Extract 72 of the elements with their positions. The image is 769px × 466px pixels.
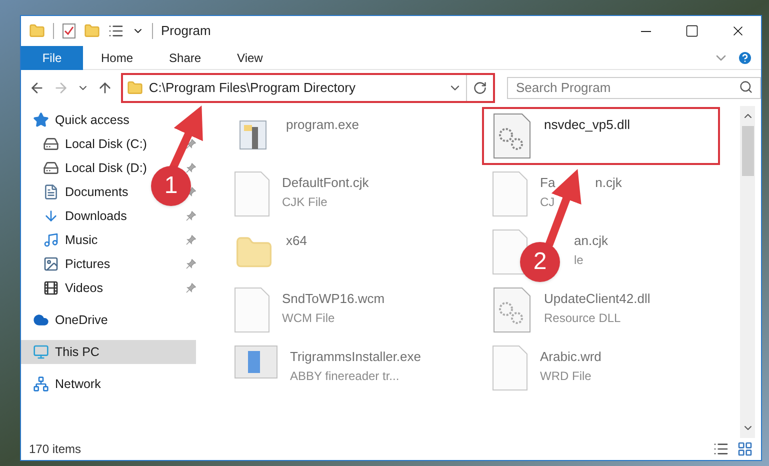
document-icon: [234, 171, 270, 217]
document-icon: [234, 287, 270, 333]
minimize-icon: [641, 30, 651, 32]
file-name[interactable]: nsvdec_vp5.dll: [544, 115, 630, 134]
help-icon[interactable]: [737, 50, 753, 66]
scrollbar[interactable]: [740, 106, 755, 438]
folder-icon: [29, 23, 45, 39]
document-icon: [43, 184, 59, 200]
ribbon-tab[interactable]: Share: [151, 46, 220, 70]
file-name[interactable]: DefaultFont.cjk: [282, 173, 369, 192]
large-icons-view-icon[interactable]: [737, 441, 753, 457]
document-icon: [492, 229, 528, 275]
file-name[interactable]: Fa: [540, 173, 556, 192]
file-type: CJ: [540, 194, 556, 210]
sidebar-item[interactable]: OneDrive: [21, 308, 112, 332]
file-name[interactable]: TrigrammsInstaller.exe: [290, 347, 421, 366]
folder-icon: [126, 80, 143, 96]
window-title: Program: [161, 22, 212, 40]
scrollbar-thumb[interactable]: [742, 126, 754, 176]
settings-file-icon: [492, 113, 532, 159]
address-field[interactable]: C:\Program Files\Program Directory: [122, 75, 468, 101]
document-icon: [492, 171, 528, 217]
document-icon: [492, 345, 528, 391]
layout-icon[interactable]: [108, 23, 124, 39]
properties-icon[interactable]: [62, 23, 76, 39]
file-name[interactable]: SndToWP16.wcm: [282, 289, 385, 308]
ribbon-tab[interactable]: File: [21, 46, 83, 70]
file-name[interactable]: Arabic.wrd: [540, 347, 602, 366]
monitor-icon: [33, 344, 49, 360]
file-name[interactable]: UpdateClient42.dll: [544, 289, 650, 308]
file-type: WRD File: [540, 368, 592, 384]
cloud-icon: [33, 312, 49, 328]
refresh-icon[interactable]: [473, 81, 488, 95]
callout-arrow: [169, 105, 203, 170]
film-icon: [43, 280, 59, 296]
sidebar-item[interactable]: Music: [21, 228, 102, 252]
sidebar-item[interactable]: Network: [21, 372, 105, 396]
drive-icon: [43, 136, 59, 152]
sidebar-item[interactable]: Documents: [21, 180, 132, 204]
back-icon[interactable]: [29, 80, 45, 96]
star-icon: [33, 112, 49, 128]
file-type: CJK File: [282, 194, 328, 210]
installer-icon: [234, 345, 278, 379]
search-icon: [739, 80, 754, 94]
file-name[interactable]: an.cjk: [574, 231, 608, 250]
sidebar-item[interactable]: Videos: [21, 276, 107, 300]
up-icon[interactable]: [96, 80, 113, 96]
sidebar-item[interactable]: Quick access: [21, 108, 134, 132]
file-type: ABBY finereader tr...: [290, 368, 400, 384]
file-name[interactable]: n.cjk: [595, 173, 622, 192]
ribbon-tab[interactable]: View: [219, 46, 281, 70]
drive-icon: [43, 160, 59, 176]
file-name[interactable]: program.exe: [286, 115, 359, 134]
sidebar-item[interactable]: Pictures: [21, 252, 114, 276]
maximize-icon: [685, 24, 699, 38]
search-field[interactable]: Search Program: [507, 76, 762, 98]
details-view-icon[interactable]: [713, 441, 729, 457]
sidebar-item[interactable]: Local Disk (D:): [21, 156, 151, 180]
file-type: Resource DLL: [544, 310, 622, 326]
music-note-icon: [43, 232, 59, 248]
file-name[interactable]: x64: [286, 231, 307, 250]
file-type: WCM File: [282, 310, 336, 326]
item-count: 170 items: [29, 441, 82, 458]
file-type: le: [574, 252, 584, 268]
download-icon: [43, 208, 59, 224]
settings-file-icon: [492, 287, 532, 333]
picture-icon: [43, 256, 59, 272]
sidebar-item[interactable]: This PC: [21, 340, 196, 364]
sidebar-item[interactable]: Downloads: [21, 204, 131, 228]
network-icon: [33, 376, 49, 392]
sidebar-item[interactable]: Local Disk (C:): [21, 132, 151, 156]
ribbon-tab[interactable]: Home: [83, 46, 152, 70]
